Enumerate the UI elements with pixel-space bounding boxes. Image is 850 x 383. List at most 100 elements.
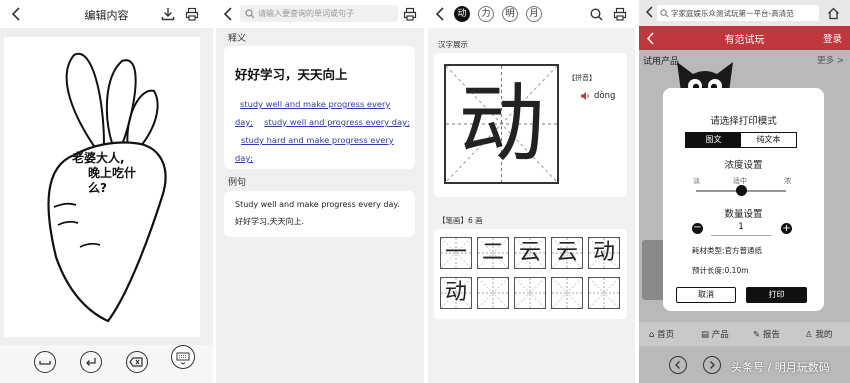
dialog-title: 请选择打印模式 (710, 116, 777, 127)
back-icon[interactable] (642, 5, 656, 19)
stroke-step-char: 动 (444, 280, 467, 305)
download-icon[interactable] (160, 6, 176, 22)
search-icon (660, 8, 669, 17)
printer-icon[interactable] (612, 6, 628, 22)
space-icon (39, 361, 51, 365)
translation-link-3[interactable]: study hard and make progress every day; (235, 135, 394, 163)
search-input[interactable]: 请输入要查询的单词或句子 (240, 5, 398, 22)
search-header: 请输入要查询的单词或句子 (216, 0, 424, 28)
print-dialog-screen: 字家庭娱乐众测试玩第一平台-高清范 有范试玩 登录 试用产品 更多 > ⌂ 首页… (639, 0, 850, 383)
char-tab-1[interactable]: 动 (454, 6, 470, 22)
translation-link-2[interactable]: study well and progress every day; (264, 117, 410, 127)
keyboard-button[interactable] (171, 345, 195, 369)
login-link[interactable]: 登录 (823, 31, 842, 45)
url-text: 字家庭娱乐众测试玩第一平台-高清范 (671, 8, 794, 18)
headword: 好好学习，天天向上 (235, 67, 348, 82)
watermark: 头条号 / 明月玩数码 (731, 361, 830, 374)
editor-toolbar (0, 345, 213, 383)
dictionary-screen: 请输入要查询的单词或句子 释义 好好学习，天天向上 study well and… (216, 0, 424, 383)
stroke-cell (551, 277, 583, 309)
bottom-nav: ⌂ 首页 ▤ 产品 ✎ 报告 ♙ 我的 (639, 322, 850, 346)
character-screen: 动 力 明 月 汉字展示 动 【拼音】 dòng 【笔画】6 画 一二云云动动 (428, 0, 635, 383)
speaker-icon[interactable] (580, 91, 590, 101)
density-slider-thumb[interactable] (735, 185, 747, 196)
print-mode-toggle: 图文 纯文本 (685, 132, 797, 148)
stroke-step-char: 云 (518, 240, 541, 265)
search-icon (245, 8, 255, 18)
note-editor-screen: 编辑内容 老婆大人, 晚上吃什 么? (0, 0, 213, 383)
keyboard-icon (176, 352, 190, 365)
example-section-label: 例句 (228, 178, 247, 188)
character-card: 动 【拼音】 dòng (434, 53, 627, 197)
printer-icon[interactable] (402, 6, 418, 22)
definition-section-label: 释义 (228, 34, 247, 44)
char-display-label: 汉字展示 (438, 40, 468, 49)
density-high-label: 浓 (784, 177, 791, 185)
space-button[interactable] (34, 351, 56, 373)
search-placeholder: 请输入要查询的单词或句子 (258, 9, 354, 18)
stroke-step-char: 二 (481, 240, 504, 265)
back-icon[interactable] (432, 6, 448, 22)
stroke-step-char: 云 (555, 240, 578, 265)
note-line-2: 晚上吃什 (88, 166, 137, 180)
enter-button[interactable] (80, 351, 102, 373)
strokes-label: 【笔画】6 画 (438, 216, 483, 225)
char-tab-2[interactable]: 力 (478, 6, 494, 22)
stroke-cell (514, 277, 546, 309)
material-type: 耗材类型:官方普通纸 (692, 246, 763, 255)
app-title: 有范试玩 (724, 35, 765, 46)
stroke-cell: 云 (514, 237, 546, 269)
cancel-button[interactable]: 取消 (676, 287, 736, 303)
note-canvas[interactable]: 老婆大人, 晚上吃什 么? (4, 37, 200, 337)
quantity-increase-button[interactable]: + (781, 223, 792, 234)
stroke-step-char: 动 (592, 240, 615, 265)
char-tab-4[interactable]: 月 (526, 6, 542, 22)
tian-grid: 动 (444, 64, 559, 184)
enter-icon (86, 358, 96, 366)
note-line-3: 么? (88, 181, 107, 195)
stroke-cell: 动 (440, 277, 472, 309)
example-chinese: 好好学习,天天向上. (235, 217, 305, 226)
quantity-decrease-button[interactable]: − (692, 223, 703, 234)
example-english: Study well and make progress every day. (235, 200, 400, 209)
address-bar[interactable]: 字家庭娱乐众测试玩第一平台-高清范 (657, 5, 819, 21)
density-title: 浓度设置 (724, 160, 763, 171)
search-icon[interactable] (588, 6, 604, 22)
pinyin-label: 【拼音】 (568, 74, 596, 82)
browser-bar: 字家庭娱乐众测试玩第一平台-高清范 (639, 0, 850, 26)
backspace-button[interactable] (126, 351, 148, 373)
mode-text-button[interactable]: 纯文本 (741, 133, 796, 147)
large-character: 动 (458, 74, 545, 174)
char-tab-3[interactable]: 明 (502, 6, 518, 22)
translation-list: study well and make progress every day; … (235, 94, 410, 166)
nav-products[interactable]: ▤ 产品 (701, 328, 729, 340)
print-button[interactable]: 打印 (746, 287, 807, 303)
stroke-cell (477, 277, 509, 309)
definition-card: 好好学习，天天向上 study well and make progress e… (224, 46, 415, 169)
stroke-cell: 云 (551, 237, 583, 269)
stroke-order-card: 一二云云动动 (434, 229, 627, 319)
backspace-icon (129, 357, 143, 367)
browser-forward-button[interactable] (703, 356, 721, 374)
print-mode-dialog: 请选择打印模式 图文 纯文本 浓度设置 淡 适中 浓 数量设置 − 1 + 耗材… (663, 88, 824, 311)
editor-header: 编辑内容 (0, 0, 213, 28)
home-icon[interactable] (825, 5, 841, 21)
nav-reports[interactable]: ✎ 报告 (753, 328, 780, 340)
app-header: 有范试玩 登录 (639, 26, 850, 50)
back-icon[interactable] (220, 6, 236, 22)
stroke-step-char: 一 (444, 240, 467, 265)
printer-icon[interactable] (184, 6, 200, 22)
stroke-cell: 动 (588, 237, 620, 269)
page-title: 编辑内容 (84, 9, 129, 22)
density-low-label: 淡 (693, 177, 700, 185)
example-card: Study well and make progress every day. … (224, 191, 415, 237)
browser-back-button[interactable] (669, 356, 687, 374)
quantity-input[interactable]: 1 (711, 222, 771, 236)
mode-graphic-button[interactable]: 图文 (686, 133, 741, 147)
estimated-length: 预计长度:0.10m (692, 266, 749, 275)
stroke-cell: 二 (477, 237, 509, 269)
nav-home[interactable]: ⌂ 首页 (649, 328, 674, 340)
note-text[interactable]: 老婆大人, 晚上吃什 么? (72, 151, 136, 196)
nav-mine[interactable]: ♙ 我的 (805, 328, 832, 340)
more-link[interactable]: 更多 > (817, 54, 844, 66)
